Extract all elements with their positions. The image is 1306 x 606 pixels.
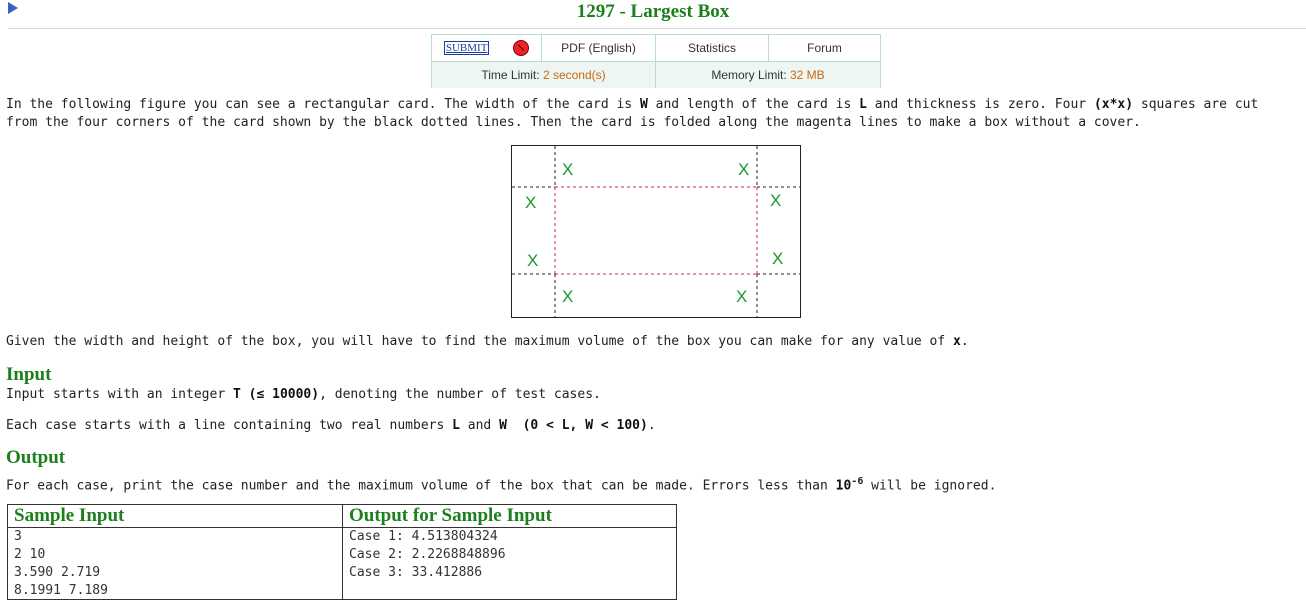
corner-mark-right-top: X — [770, 191, 782, 210]
statement-paragraph-2: Given the width and height of the box, y… — [6, 334, 969, 349]
sample-input-line: 3.590 2.719 — [14, 565, 101, 580]
ladybug-icon[interactable] — [513, 40, 530, 56]
forum-link[interactable]: Forum — [769, 35, 880, 62]
corner-mark-left-bottom: X — [527, 251, 539, 270]
input-line-2: Each case starts with a line containing … — [6, 418, 656, 433]
corner-mark-bottom-right: X — [736, 287, 748, 306]
sample-input-column: Sample Input 3 2 10 3.590 2.719 8.1991 7… — [8, 505, 343, 599]
sample-input-header: Sample Input — [8, 505, 342, 528]
output-line-1: For each case, print the case number and… — [6, 476, 997, 494]
corner-mark-top-right: X — [738, 160, 750, 179]
corner-mark-right-bottom: X — [772, 249, 784, 268]
time-limit-value: 2 second(s) — [542, 68, 606, 82]
sample-output-header: Output for Sample Input — [343, 505, 676, 528]
statistics-link[interactable]: Statistics — [656, 35, 769, 62]
input-line-1: Input starts with an integer T (≤ 10000)… — [6, 387, 601, 402]
time-limit: Time Limit: 2 second(s) — [432, 62, 656, 88]
page-title: 1297 - Largest Box — [576, 1, 730, 22]
sample-input-line: 8.1991 7.189 — [14, 583, 108, 598]
sample-output-line: Case 1: 4.513804324 — [349, 529, 498, 544]
memory-limit: Memory Limit: 32 MB — [656, 62, 880, 88]
statement-paragraph-1: In the following figure you can see a re… — [6, 97, 1259, 130]
title-divider — [8, 28, 1306, 29]
card-diagram — [511, 145, 801, 318]
corner-mark-top-left: X — [562, 160, 574, 179]
corner-mark-bottom-left: X — [562, 287, 574, 306]
sample-input-line: 3 — [14, 529, 22, 544]
output-heading: Output — [6, 447, 66, 468]
card-figure: X X X X X X X X — [511, 145, 801, 318]
problem-info-table: SUBMIT PDF (English) Statistics Forum Ti… — [431, 34, 881, 88]
time-limit-label: Time Limit: — [481, 68, 540, 82]
sample-output-column: Output for Sample Input Case 1: 4.513804… — [343, 505, 676, 599]
corner-mark-left-top: X — [525, 193, 537, 212]
memory-limit-label: Memory Limit: — [711, 68, 787, 82]
memory-limit-value: 32 MB — [790, 68, 825, 82]
pdf-link[interactable]: PDF (English) — [542, 35, 656, 62]
submit-cell: SUBMIT — [432, 35, 542, 62]
sample-table: Sample Input 3 2 10 3.590 2.719 8.1991 7… — [7, 504, 677, 600]
sample-input-line: 2 10 — [14, 547, 46, 562]
submit-button[interactable]: SUBMIT — [443, 41, 490, 55]
sample-output-line: Case 2: 2.2268848896 — [349, 547, 506, 562]
sample-output-line: Case 3: 33.412886 — [349, 565, 483, 580]
input-heading: Input — [6, 364, 52, 385]
